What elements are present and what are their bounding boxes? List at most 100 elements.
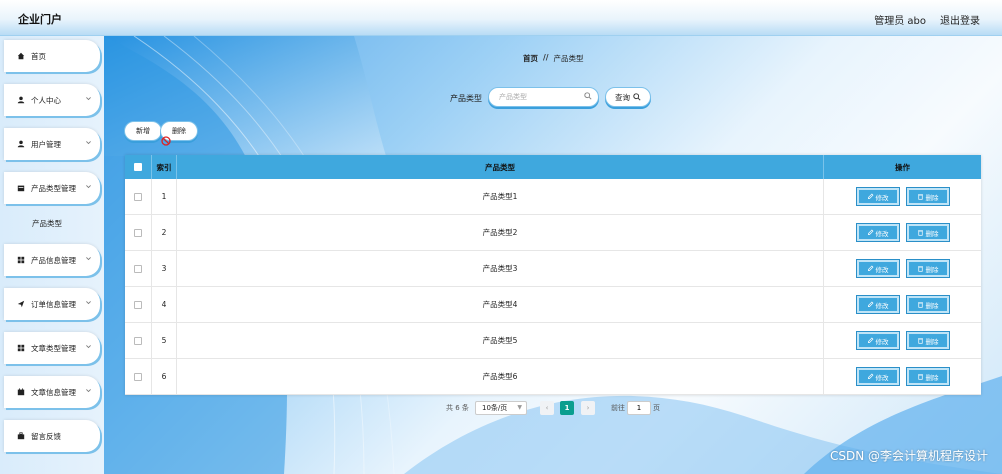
sidebar-item-3[interactable]: 产品类型管理 bbox=[4, 172, 100, 204]
search-input[interactable] bbox=[499, 88, 587, 106]
table-row: 1 产品类型1 修改 删除 bbox=[125, 179, 981, 215]
table-row: 6 产品类型6 修改 删除 bbox=[125, 359, 981, 395]
row-checkbox[interactable] bbox=[134, 372, 142, 381]
sidebar-item-label: 用户管理 bbox=[31, 139, 61, 149]
breadcrumb: 首页 // 产品类型 bbox=[523, 53, 583, 64]
row-index: 2 bbox=[152, 215, 177, 250]
delete-button-label: 删除 bbox=[925, 301, 939, 310]
sidebar-item-label: 文章信息管理 bbox=[31, 387, 76, 397]
sidebar-item-8[interactable]: 留言反馈 bbox=[4, 420, 100, 452]
user-icon bbox=[16, 140, 25, 149]
edit-button[interactable]: 修改 bbox=[855, 223, 900, 242]
goto-page-input[interactable] bbox=[627, 401, 651, 415]
page-size-select[interactable]: 10条/页 ▼ bbox=[475, 401, 527, 415]
delete-row-button[interactable]: 删除 bbox=[905, 331, 950, 350]
watermark: CSDN @李会计算机程序设计 bbox=[829, 449, 988, 463]
delete-row-button[interactable]: 删除 bbox=[905, 295, 950, 314]
row-ops: 修改 删除 bbox=[824, 179, 981, 214]
grid-icon bbox=[16, 256, 25, 265]
sidebar-item-label: 文章类型管理 bbox=[31, 343, 76, 353]
trash-icon bbox=[917, 302, 923, 308]
row-name: 产品类型3 bbox=[177, 251, 824, 286]
table-row: 4 产品类型4 修改 删除 bbox=[125, 287, 981, 323]
row-ops: 修改 删除 bbox=[824, 359, 981, 394]
sidebar-item-7[interactable]: 文章信息管理 bbox=[4, 376, 100, 408]
folder-icon bbox=[16, 184, 25, 193]
delete-row-button[interactable]: 删除 bbox=[905, 223, 950, 242]
top-bar: 企业门户 管理员 abo 退出登录 bbox=[0, 0, 1002, 36]
sidebar-item-5[interactable]: 订单信息管理 bbox=[4, 288, 100, 320]
sidebar-item-6[interactable]: 文章类型管理 bbox=[4, 332, 100, 364]
goto-prefix: 前往 bbox=[611, 404, 625, 412]
delete-row-button[interactable]: 删除 bbox=[905, 259, 950, 278]
header-checkbox-cell bbox=[125, 155, 152, 179]
edit-icon bbox=[867, 193, 873, 199]
row-name: 产品类型1 bbox=[177, 179, 824, 214]
edit-button[interactable]: 修改 bbox=[855, 295, 900, 314]
sidebar-item-label: 订单信息管理 bbox=[31, 299, 76, 309]
next-page-button[interactable]: › bbox=[581, 401, 595, 415]
select-all-checkbox[interactable] bbox=[134, 163, 142, 171]
edit-button[interactable]: 修改 bbox=[855, 331, 900, 350]
sidebar-item-0[interactable]: 首页 bbox=[4, 40, 100, 72]
trash-icon bbox=[917, 230, 923, 236]
sidebar-item-1[interactable]: 个人中心 bbox=[4, 84, 100, 116]
row-index: 1 bbox=[152, 179, 177, 214]
edit-button[interactable]: 修改 bbox=[855, 367, 900, 386]
delete-row-button[interactable]: 删除 bbox=[905, 367, 950, 386]
edit-button[interactable]: 修改 bbox=[855, 187, 900, 206]
row-checkbox[interactable] bbox=[134, 192, 142, 201]
edit-icon bbox=[867, 373, 873, 379]
prev-page-button[interactable]: ‹ bbox=[540, 401, 554, 415]
edit-icon bbox=[867, 229, 873, 235]
chevron-down-icon bbox=[85, 95, 92, 104]
sidebar-item-label: 产品类型管理 bbox=[31, 183, 76, 193]
sidebar-item-label: 个人中心 bbox=[31, 95, 61, 105]
goto-suffix: 页 bbox=[653, 404, 660, 412]
add-button[interactable]: 新增 bbox=[124, 121, 162, 141]
row-name: 产品类型4 bbox=[177, 287, 824, 322]
table-row: 5 产品类型5 修改 删除 bbox=[125, 323, 981, 359]
row-index: 3 bbox=[152, 251, 177, 286]
row-checkbox-cell bbox=[125, 287, 152, 322]
row-name: 产品类型5 bbox=[177, 323, 824, 358]
calendar-icon bbox=[16, 388, 25, 397]
sidebar-item-4[interactable]: 产品信息管理 bbox=[4, 244, 100, 276]
pager-total: 共 6 条 bbox=[446, 404, 469, 412]
sidebar-item-2[interactable]: 用户管理 bbox=[4, 128, 100, 160]
row-checkbox[interactable] bbox=[134, 336, 142, 345]
table-header: 索引 产品类型 操作 bbox=[125, 155, 981, 179]
delete-row-button[interactable]: 删除 bbox=[905, 187, 950, 206]
row-checkbox[interactable] bbox=[134, 300, 142, 309]
sidebar-item-label: 首页 bbox=[31, 51, 46, 61]
suitcase-icon bbox=[16, 432, 25, 441]
edit-button-label: 修改 bbox=[875, 373, 889, 382]
page-button-current[interactable]: 1 bbox=[560, 401, 574, 415]
breadcrumb-current: 产品类型 bbox=[553, 54, 584, 63]
header-ops: 操作 bbox=[895, 162, 910, 172]
row-checkbox[interactable] bbox=[134, 228, 142, 237]
chevron-down-icon bbox=[85, 343, 92, 352]
edit-button-label: 修改 bbox=[875, 337, 889, 346]
home-icon bbox=[16, 52, 25, 61]
trash-icon bbox=[917, 338, 923, 344]
logout-link[interactable]: 退出登录 bbox=[940, 12, 980, 27]
row-ops: 修改 删除 bbox=[824, 323, 981, 358]
header-index: 索引 bbox=[152, 155, 177, 179]
search-icon bbox=[633, 93, 641, 101]
top-right: 管理员 abo 退出登录 bbox=[874, 12, 980, 27]
edit-button-label: 修改 bbox=[875, 229, 889, 238]
search-icon bbox=[584, 92, 592, 102]
not-allowed-icon bbox=[161, 136, 171, 146]
breadcrumb-home[interactable]: 首页 bbox=[523, 53, 538, 64]
query-button[interactable]: 查询 bbox=[605, 87, 651, 107]
edit-button[interactable]: 修改 bbox=[855, 259, 900, 278]
sidebar-subitem-product-type[interactable]: 产品类型 bbox=[32, 218, 62, 229]
trash-icon bbox=[917, 194, 923, 200]
edit-button-label: 修改 bbox=[875, 301, 889, 310]
row-checkbox-cell bbox=[125, 179, 152, 214]
chevron-down-icon bbox=[85, 255, 92, 264]
edit-icon bbox=[867, 301, 873, 307]
header-name: 产品类型 bbox=[177, 155, 824, 179]
row-checkbox[interactable] bbox=[134, 264, 142, 273]
